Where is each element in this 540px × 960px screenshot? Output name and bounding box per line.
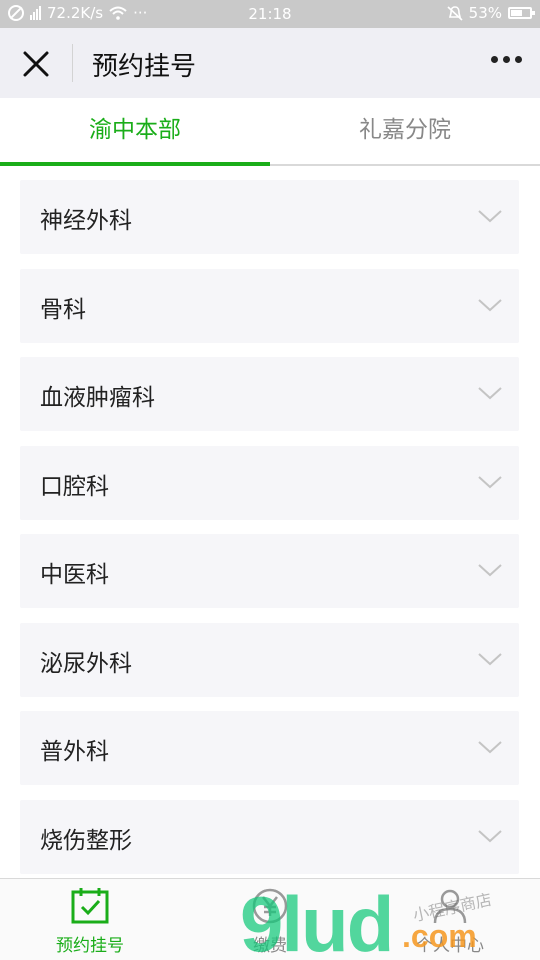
department-label: 血液肿瘤科 [40,385,155,411]
department-list: 神经外科 骨科 血液肿瘤科 口腔科 中医科 泌尿外科 普外科 烧伤整形 [0,168,540,878]
watermark-logo: 9lud [240,880,394,960]
department-label: 普外科 [40,739,109,765]
status-bar: 72.2K/s ··· 21:18 53% [0,0,540,28]
department-item-general-surgery[interactable]: 普外科 [20,711,519,785]
bell-muted-icon [447,6,463,21]
department-item-hematology-oncology[interactable]: 血液肿瘤科 [20,357,519,431]
more-dot [515,56,522,63]
chevron-down-icon [478,564,502,577]
more-dot [491,56,498,63]
department-label: 泌尿外科 [40,651,132,677]
nav-label: 预约挂号 [56,936,124,956]
department-label: 口腔科 [40,474,109,500]
more-dot [503,56,510,63]
battery-percent: 53% [468,4,502,22]
tab-yuzhong[interactable]: 渝中本部 [0,98,270,164]
department-label: 神经外科 [40,208,132,234]
more-icon[interactable] [491,56,522,63]
tab-indicator [0,162,270,166]
department-item-urology[interactable]: 泌尿外科 [20,623,519,697]
header: 预约挂号 [0,28,540,98]
chevron-down-icon [478,653,502,666]
department-label: 烧伤整形 [40,828,132,854]
department-item-stomatology[interactable]: 口腔科 [20,446,519,520]
calendar-check-icon [71,888,109,924]
chevron-down-icon [478,387,502,400]
chevron-down-icon [478,476,502,489]
chevron-down-icon [478,830,502,843]
department-item-burns-plastic[interactable]: 烧伤整形 [20,800,519,874]
header-divider [72,44,73,82]
page-title: 预约挂号 [92,52,197,82]
department-item-tcm[interactable]: 中医科 [20,534,519,608]
chevron-down-icon [478,210,502,223]
battery-icon [508,7,535,19]
department-label: 骨科 [40,297,86,323]
tab-lijia[interactable]: 礼嘉分院 [270,98,540,164]
status-right: 53% [447,4,535,22]
chevron-down-icon [478,741,502,754]
nav-appointment[interactable]: 预约挂号 [0,887,180,956]
chevron-down-icon [478,299,502,312]
watermark-domain: .com [402,918,477,954]
department-item-neurosurgery[interactable]: 神经外科 [20,180,519,254]
department-label: 中医科 [40,562,109,588]
campus-tabs: 渝中本部 礼嘉分院 [0,98,540,166]
department-item-orthopedics[interactable]: 骨科 [20,269,519,343]
close-icon[interactable] [20,48,52,80]
